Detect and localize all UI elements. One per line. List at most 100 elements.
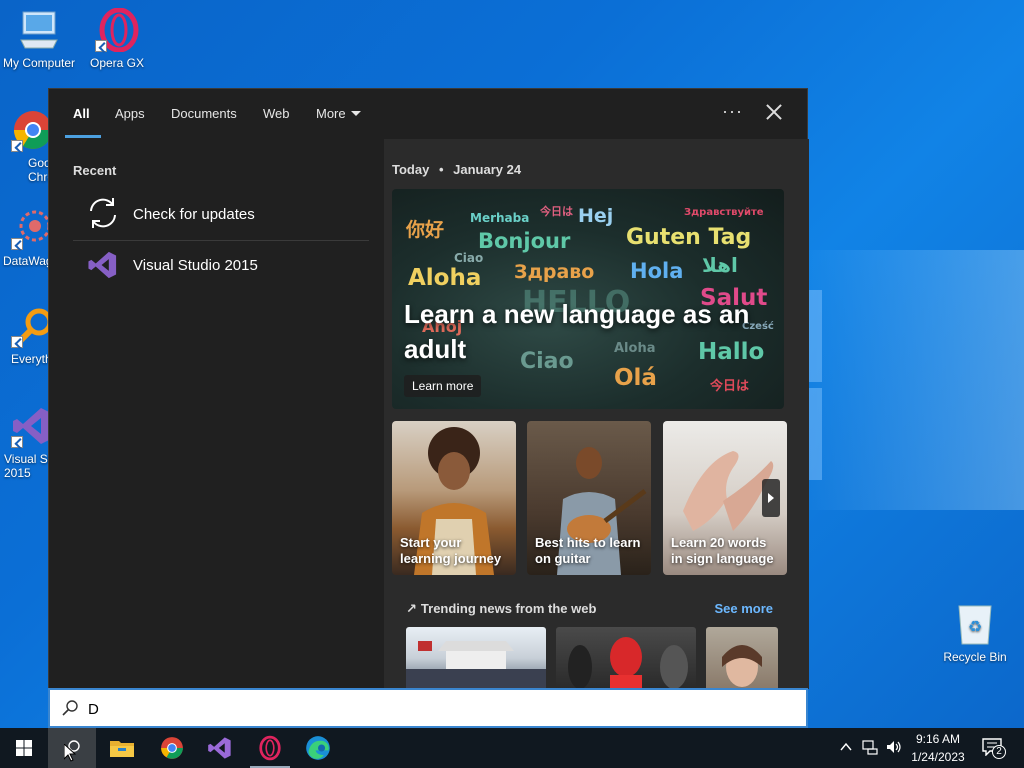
desktop-icon-label: My Computer (2, 56, 76, 70)
hero-word: Bonjour (478, 229, 571, 253)
hero-word: Здравствуйте (684, 207, 764, 218)
shortcut-arrow-icon (11, 140, 23, 152)
hero-word: Здраво (514, 261, 595, 283)
ellipsis-icon[interactable]: ··· (722, 101, 743, 122)
recent-heading: Recent (73, 163, 117, 178)
wallpaper-light-beam (794, 250, 1024, 510)
taskbar-file-explorer[interactable] (98, 728, 146, 768)
tab-all[interactable]: All (73, 106, 90, 121)
hero-word: Hej (578, 205, 614, 227)
recent-item-visual-studio[interactable]: Visual Studio 2015 (73, 240, 369, 290)
shortcut-arrow-icon (95, 40, 107, 52)
card-caption: Learn 20 words in sign language (671, 535, 774, 566)
news-thumbnail[interactable] (406, 627, 546, 689)
wallpaper-pane (808, 388, 822, 480)
opera-icon (259, 735, 281, 761)
computer-icon (17, 8, 61, 52)
taskbar-chrome[interactable] (148, 728, 196, 768)
file-explorer-icon (110, 741, 134, 757)
chevron-up-icon[interactable] (840, 740, 852, 752)
trending-label: Trending news from the web (420, 601, 597, 616)
taskbar: 9:16 AM 1/24/2023 2 (0, 728, 1024, 768)
hero-word: Olá (614, 365, 657, 391)
tab-more-label: More (316, 106, 346, 121)
volume-icon[interactable] (886, 739, 902, 755)
card-caption: Best hits to learn on guitar (535, 535, 641, 566)
shortcut-arrow-icon (11, 238, 23, 250)
desktop-icon-recycle-bin[interactable]: ♻ Recycle Bin (936, 602, 1014, 664)
taskbar-opera-gx[interactable] (246, 728, 294, 768)
recent-pane: Recent Check for updates Visual Studio 2… (49, 139, 384, 689)
hero-word: Guten Tag (626, 225, 752, 250)
desktop-icon-label: Opera GX (89, 56, 145, 70)
see-more-link[interactable]: See more (714, 601, 773, 616)
search-box[interactable] (48, 688, 808, 728)
opera-gx-icon (95, 7, 139, 53)
desktop-icon-label: Visual St 2015 (4, 452, 52, 480)
search-tabs-bar: All Apps Documents Web More ··· (49, 89, 807, 139)
tab-documents[interactable]: Documents (171, 106, 237, 121)
today-separator: • (438, 162, 444, 177)
shortcut-arrow-icon (11, 436, 23, 448)
trending-heading: ↗ Trending news from the web (406, 601, 596, 617)
desktop-icon-opera-gx[interactable]: Opera GX (78, 7, 156, 70)
today-label: Today (392, 162, 430, 177)
search-flyout: All Apps Documents Web More ··· Recent C… (48, 88, 809, 689)
news-photo (722, 645, 762, 687)
news-thumbnail[interactable] (556, 627, 696, 689)
active-tab-indicator (65, 135, 101, 138)
recent-item-label: Visual Studio 2015 (133, 257, 258, 274)
recent-item-check-for-updates[interactable]: Check for updates (73, 189, 369, 239)
hero-word: Merhaba (470, 211, 530, 225)
clock-date: 1/24/2023 (911, 750, 965, 764)
hero-title: Learn a new language as an adult (404, 299, 750, 364)
sync-icon (90, 198, 116, 228)
desktop-icon-my-computer[interactable]: My Computer (0, 8, 78, 70)
today-date: January 24 (453, 162, 522, 177)
edge-icon (306, 736, 330, 760)
hero-word: 今日は (540, 205, 573, 218)
hero-card-learn-language[interactable]: 你好 Merhaba 今日は Hej Здравствуйте Bonjour … (392, 189, 784, 409)
tab-web[interactable]: Web (263, 106, 290, 121)
shortcut-arrow-icon (11, 336, 23, 348)
news-photo (406, 641, 546, 689)
tab-apps[interactable]: Apps (115, 106, 145, 121)
notification-badge: 2 (992, 745, 1006, 759)
hero-word: Hola (630, 259, 684, 283)
chrome-icon (161, 737, 183, 759)
card-caption: Start your learning journey (400, 535, 502, 566)
search-input[interactable] (88, 698, 788, 720)
network-icon[interactable] (862, 739, 878, 755)
tab-more[interactable]: More (316, 106, 361, 121)
search-highlights-pane: Today • January 24 你好 Merhaba 今日は Hej Зд… (384, 139, 809, 689)
chevron-right-icon[interactable] (762, 479, 780, 517)
today-heading: Today • January 24 (392, 162, 521, 177)
learn-more-button[interactable]: Learn more (404, 375, 482, 397)
visual-studio-icon (208, 737, 231, 759)
hero-word: اهلا (702, 253, 738, 277)
mouse-cursor-icon (64, 744, 76, 762)
taskbar-visual-studio[interactable] (196, 728, 244, 768)
hero-word: 今日は (710, 379, 750, 394)
wallpaper-pane (808, 290, 822, 382)
recycle-bin-icon: ♻ (953, 602, 997, 646)
start-icon (16, 740, 32, 756)
clock[interactable]: 9:16 AM 1/24/2023 (906, 732, 970, 764)
hero-word: 你好 (406, 219, 445, 241)
desktop-icon-label: Recycle Bin (943, 650, 1007, 664)
close-icon[interactable] (765, 103, 783, 121)
taskbar-search-button[interactable] (48, 728, 96, 768)
trending-up-icon: ↗ (406, 601, 417, 616)
news-thumbnail[interactable] (706, 627, 778, 689)
notification-center-button[interactable]: 2 (980, 737, 1006, 759)
card-guitar[interactable]: Best hits to learn on guitar (527, 421, 651, 575)
svg-text:♻: ♻ (968, 617, 982, 636)
chevron-down-icon (350, 111, 361, 116)
start-button[interactable] (0, 728, 48, 768)
hero-word: Aloha (408, 265, 482, 291)
card-learning-journey[interactable]: Start your learning journey (392, 421, 516, 575)
hero-word: Ciao (454, 251, 484, 265)
taskbar-edge[interactable] (294, 728, 342, 768)
recent-item-label: Check for updates (133, 206, 255, 223)
visual-studio-icon (88, 251, 117, 279)
